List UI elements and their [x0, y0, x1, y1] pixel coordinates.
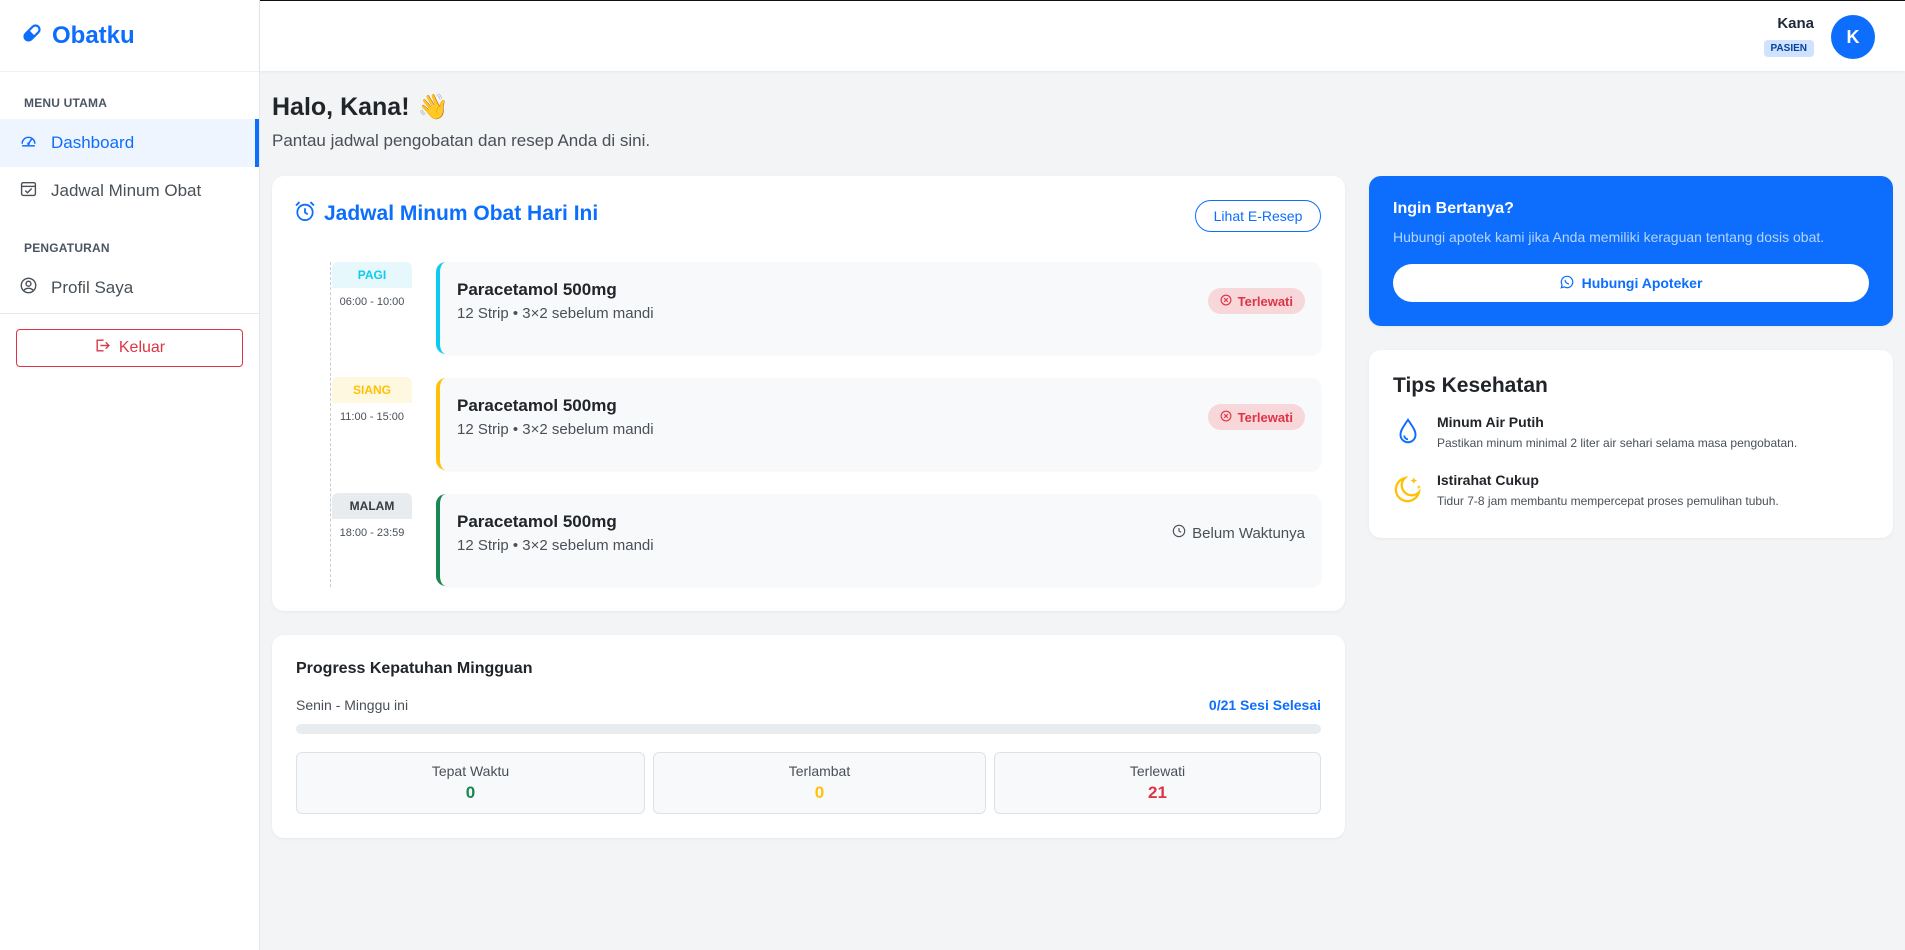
top-bar: Kana PASIEN K [260, 0, 1905, 71]
moon-stars-icon [1393, 474, 1423, 504]
capsule-icon [20, 21, 44, 50]
status-text: Terlewati [1237, 293, 1293, 309]
sidebar-item-profile[interactable]: Profil Saya [0, 264, 259, 312]
contact-button-label: Hubungi Apoteker [1581, 275, 1703, 291]
med-name: Paracetamol 500mg [457, 512, 617, 531]
progress-bar [296, 724, 1321, 734]
tip-title: Minum Air Putih [1437, 414, 1544, 430]
view-erecipe-button[interactable]: Lihat E-Resep [1195, 200, 1321, 232]
tip-item: Minum Air Putih Pastikan minum minimal 2… [1393, 414, 1797, 450]
calendar-check-icon [20, 180, 37, 202]
section-label-main: MENU UTAMA [24, 96, 108, 110]
logout-button[interactable]: Keluar [16, 329, 243, 367]
status-text: Belum Waktunya [1192, 524, 1305, 542]
stat-value: 21 [1148, 783, 1167, 802]
whatsapp-icon [1560, 275, 1574, 292]
sidebar-divider [0, 313, 259, 314]
droplet-icon [1393, 416, 1423, 446]
slot-time: 18:00 - 23:59 [339, 527, 405, 539]
med-detail: 12 Strip • 3×2 sebelum mandi [457, 537, 654, 554]
section-label-settings: PENGATURAN [24, 241, 110, 255]
speedometer-icon [20, 132, 37, 154]
brand-name: Obatku [52, 21, 135, 49]
weekly-progress-card: Progress Kepatuhan Mingguan Senin - Ming… [272, 635, 1345, 838]
sidebar-item-jadwal[interactable]: Jadwal Minum Obat [0, 167, 259, 215]
schedule-title-text: Jadwal Minum Obat Hari Ini [324, 202, 599, 225]
schedule-card: Jadwal Minum Obat Hari Ini Lihat E-Resep… [272, 176, 1345, 611]
sidebar: Obatku MENU UTAMA Dashboard Jadwal Minum… [0, 0, 260, 950]
stat-late: Terlambat 0 [653, 752, 986, 814]
med-detail: 12 Strip • 3×2 sebelum mandi [457, 305, 654, 322]
tip-item: Istirahat Cukup Tidur 7-8 jam membantu m… [1393, 472, 1779, 508]
slot-time: 06:00 - 10:00 [339, 296, 405, 308]
contact-pharmacist-button[interactable]: Hubungi Apoteker [1393, 264, 1869, 302]
progress-count: 0/21 Sesi Selesai [1208, 697, 1321, 713]
stat-missed: Terlewati 21 [994, 752, 1321, 814]
role-badge: PASIEN [1763, 40, 1814, 57]
tips-title: Tips Kesehatan [1393, 374, 1548, 397]
page-subtitle: Pantau jadwal pengobatan dan resep Anda … [272, 131, 651, 150]
contact-pharmacist-card: Ingin Bertanya? Hubungi apotek kami jika… [1369, 176, 1893, 326]
status-text: Terlewati [1237, 409, 1293, 425]
med-card-malam[interactable]: Paracetamol 500mg 12 Strip • 3×2 sebelum… [436, 494, 1321, 586]
x-circle-icon [1220, 410, 1232, 425]
sidebar-item-label: Jadwal Minum Obat [51, 181, 202, 200]
status-badge: Terlewati [1207, 404, 1305, 430]
sidebar-item-label: Dashboard [51, 133, 135, 152]
sidebar-item-dashboard[interactable]: Dashboard [0, 119, 259, 167]
brand[interactable]: Obatku [0, 0, 259, 72]
page-title: Halo, Kana! 👋 [272, 93, 449, 122]
stat-value: 0 [814, 783, 825, 802]
schedule-title: Jadwal Minum Obat Hari Ini [294, 200, 598, 228]
slot-badge: PAGI [332, 262, 412, 288]
slot-badge: SIANG [332, 377, 412, 403]
stat-value: 0 [465, 783, 476, 802]
logout-icon [94, 337, 111, 359]
avatar[interactable]: K [1831, 15, 1875, 59]
progress-period: Senin - Minggu ini [296, 697, 409, 713]
med-name: Paracetamol 500mg [457, 280, 617, 299]
med-detail: 12 Strip • 3×2 sebelum mandi [457, 421, 654, 438]
logout-label: Keluar [118, 339, 166, 356]
stat-label: Terlewati [1129, 763, 1186, 779]
tip-title: Istirahat Cukup [1437, 472, 1539, 488]
stat-on-time: Tepat Waktu 0 [296, 752, 645, 814]
wave-emoji: 👋 [417, 93, 449, 121]
x-circle-icon [1220, 294, 1232, 309]
tip-desc: Pastikan minum minimal 2 liter air sehar… [1437, 436, 1798, 450]
alarm-icon [294, 200, 316, 228]
ask-title: Ingin Bertanya? [1393, 200, 1514, 217]
med-card-siang[interactable]: Paracetamol 500mg 12 Strip • 3×2 sebelum… [436, 378, 1321, 470]
time-slot-pagi: PAGI 06:00 - 10:00 [332, 262, 412, 308]
person-circle-icon [20, 277, 37, 299]
stat-label: Tepat Waktu [431, 763, 510, 779]
clock-icon [1172, 524, 1186, 542]
timeline-line [330, 262, 331, 587]
status-badge: Terlewati [1207, 288, 1305, 314]
ask-subtitle: Hubungi apotek kami jika Anda memiliki k… [1393, 229, 1825, 245]
med-name: Paracetamol 500mg [457, 396, 617, 415]
health-tips-card: Tips Kesehatan Minum Air Putih Pastikan … [1369, 350, 1893, 538]
time-slot-malam: MALAM 18:00 - 23:59 [332, 493, 412, 539]
tip-desc: Tidur 7-8 jam membantu mempercepat prose… [1437, 494, 1779, 508]
greeting-text: Halo, Kana! [272, 93, 410, 121]
sidebar-item-label: Profil Saya [51, 278, 134, 297]
slot-badge: MALAM [332, 493, 412, 519]
progress-title: Progress Kepatuhan Mingguan [296, 660, 533, 677]
stat-label: Terlambat [788, 763, 851, 779]
slot-time: 11:00 - 15:00 [339, 411, 404, 423]
med-card-pagi[interactable]: Paracetamol 500mg 12 Strip • 3×2 sebelum… [436, 262, 1321, 354]
user-name: Kana [1777, 15, 1814, 32]
status-badge: Belum Waktunya [1172, 524, 1305, 542]
time-slot-siang: SIANG 11:00 - 15:00 [332, 377, 412, 423]
